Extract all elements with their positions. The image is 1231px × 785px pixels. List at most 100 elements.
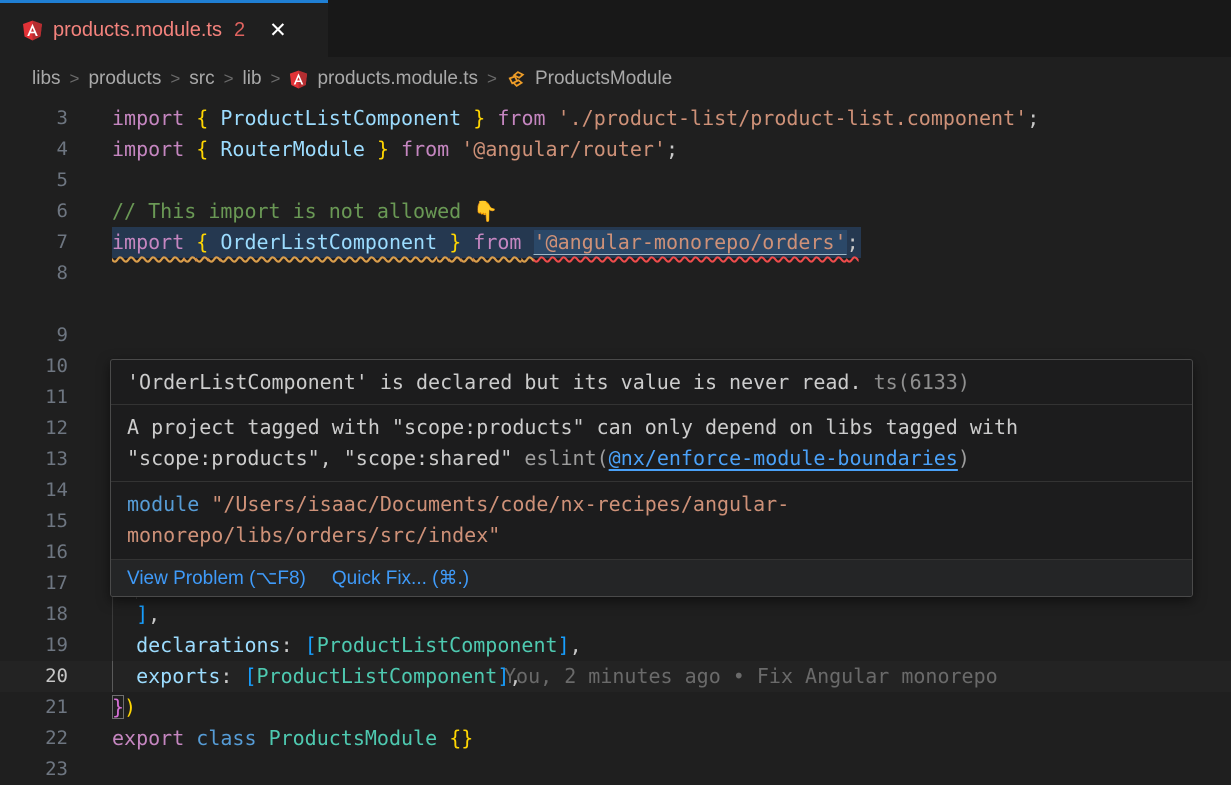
code-token: ] <box>136 602 148 626</box>
indent-guide <box>112 630 113 661</box>
code-line: 9 <box>0 320 1231 351</box>
code-token <box>208 137 220 161</box>
code-token <box>389 137 401 161</box>
eslint-message-line1: A project tagged with "scope:products" c… <box>127 412 1178 443</box>
code-line-content[interactable]: import { ProductListComponent } from './… <box>112 103 1039 134</box>
breadcrumb-item-lib[interactable]: lib <box>243 68 262 90</box>
code-line-content[interactable]: }) <box>112 692 136 723</box>
line-number: 4 <box>0 134 68 165</box>
tab-products-module[interactable]: products.module.ts 2 ✕ <box>0 0 328 57</box>
module-path-info: module "/Users/isaac/Documents/code/nx-r… <box>111 481 1192 559</box>
code-token: export <box>112 726 184 750</box>
code-token: ProductListComponent <box>317 633 558 657</box>
line-number: 9 <box>0 320 68 351</box>
code-token: OrderListComponent <box>220 230 437 254</box>
code-token: { <box>196 230 208 254</box>
eslint-rule-link[interactable]: @nx/enforce-module-boundaries <box>609 446 958 470</box>
code-token <box>184 106 196 130</box>
view-problem-button[interactable]: View Problem (⌥F8) <box>127 563 306 594</box>
code-token <box>461 106 473 130</box>
code-token: '@angular/router' <box>461 137 666 161</box>
line-number: 6 <box>0 196 68 227</box>
code-token <box>112 664 136 688</box>
code-editor[interactable]: 3 import { ProductListComponent } from '.… <box>0 101 1231 785</box>
code-token <box>521 230 533 254</box>
code-line-content[interactable]: declarations: [ProductListComponent], <box>112 630 582 661</box>
code-line: 20 exports: [ProductListComponent],You, … <box>0 661 1231 692</box>
code-token <box>257 726 269 750</box>
breadcrumb-item-libs[interactable]: libs <box>32 68 61 90</box>
line-number: 3 <box>0 103 68 134</box>
code-token: ProductListComponent <box>220 106 461 130</box>
code-line-content[interactable]: import { RouterModule } from '@angular/r… <box>112 134 678 165</box>
line-number: 7 <box>0 227 68 258</box>
code-token: [ <box>305 633 317 657</box>
quick-fix-button[interactable]: Quick Fix... (⌘.) <box>332 563 469 594</box>
code-line: 5 <box>0 165 1231 196</box>
breadcrumb-item-symbol[interactable]: ProductsModule <box>535 68 672 90</box>
line-number: 12 <box>0 413 68 444</box>
code-token: ; <box>847 230 859 254</box>
code-token: , <box>570 633 582 657</box>
code-token: , <box>148 602 160 626</box>
code-token <box>208 106 220 130</box>
code-token: } <box>377 137 389 161</box>
code-line: 7 import { OrderListComponent } from '@an… <box>0 227 1231 258</box>
code-line: 3 import { ProductListComponent } from '.… <box>0 103 1231 134</box>
chevron-right-icon: > <box>70 69 80 89</box>
code-token <box>184 230 196 254</box>
eslint-message-line2: "scope:products", "scope:shared" eslint(… <box>127 443 1178 474</box>
code-token <box>437 230 449 254</box>
chevron-right-icon: > <box>170 69 180 89</box>
code-line-content[interactable]: import { OrderListComponent } from '@ang… <box>112 227 861 258</box>
code-line: 4 import { RouterModule } from '@angular/… <box>0 134 1231 165</box>
code-token: from <box>497 106 545 130</box>
code-token: // This import is not allowed <box>112 199 473 223</box>
breadcrumb: libs > products > src > lib > products.m… <box>0 57 1231 101</box>
code-token: './product-list/product-list.component' <box>558 106 1028 130</box>
line-number: 21 <box>0 692 68 723</box>
line-number: 17 <box>0 568 68 599</box>
code-token <box>437 726 449 750</box>
code-token: { <box>196 106 208 130</box>
code-token: exports <box>136 664 220 688</box>
code-line: 19 declarations: [ProductListComponent], <box>0 630 1231 661</box>
code-token: import <box>112 137 184 161</box>
code-token: RouterModule <box>220 137 365 161</box>
code-token <box>485 106 497 130</box>
code-token: : <box>281 633 293 657</box>
code-line: 18 ], <box>0 599 1231 630</box>
line-number: 13 <box>0 444 68 475</box>
code-line-content[interactable]: export class ProductsModule {} <box>112 723 473 754</box>
angular-file-icon <box>289 70 308 89</box>
chevron-right-icon: > <box>224 69 234 89</box>
git-blame-annotation: You, 2 minutes ago • Fix Angular monorep… <box>504 661 998 692</box>
line-number: 23 <box>0 754 68 785</box>
hover-diagnostics-popup: 'OrderListComponent' is declared but its… <box>110 359 1193 597</box>
diagnostic-eslint-message: A project tagged with "scope:products" c… <box>111 404 1192 481</box>
breadcrumb-item-file[interactable]: products.module.ts <box>317 68 478 90</box>
tab-strip: products.module.ts 2 ✕ <box>0 0 1231 57</box>
code-token <box>232 664 244 688</box>
module-path-line1: module "/Users/isaac/Documents/code/nx-r… <box>127 489 1178 520</box>
angular-file-icon <box>22 20 43 41</box>
tab-title: products.module.ts <box>53 19 222 42</box>
breadcrumb-item-src[interactable]: src <box>189 68 214 90</box>
chevron-right-icon: > <box>487 69 497 89</box>
code-token <box>365 137 377 161</box>
line-number: 20 <box>0 661 68 692</box>
code-line-content[interactable]: exports: [ProductListComponent], <box>112 661 521 692</box>
module-path-line2: monorepo/libs/orders/src/index" <box>127 520 1178 551</box>
hover-status-bar: View Problem (⌥F8) Quick Fix... (⌘.) <box>111 559 1192 596</box>
code-line-content[interactable]: ], <box>112 599 160 630</box>
diagnostic-code: ts(6133) <box>874 370 970 394</box>
code-line-content[interactable]: // This import is not allowed 👇 <box>112 196 498 227</box>
code-token: [ <box>244 664 256 688</box>
line-number: 5 <box>0 165 68 196</box>
line-number: 14 <box>0 475 68 506</box>
breadcrumb-item-products[interactable]: products <box>88 68 161 90</box>
line-number: 15 <box>0 506 68 537</box>
close-icon[interactable]: ✕ <box>269 20 287 41</box>
code-token: } <box>473 106 485 130</box>
code-token: ; <box>666 137 678 161</box>
